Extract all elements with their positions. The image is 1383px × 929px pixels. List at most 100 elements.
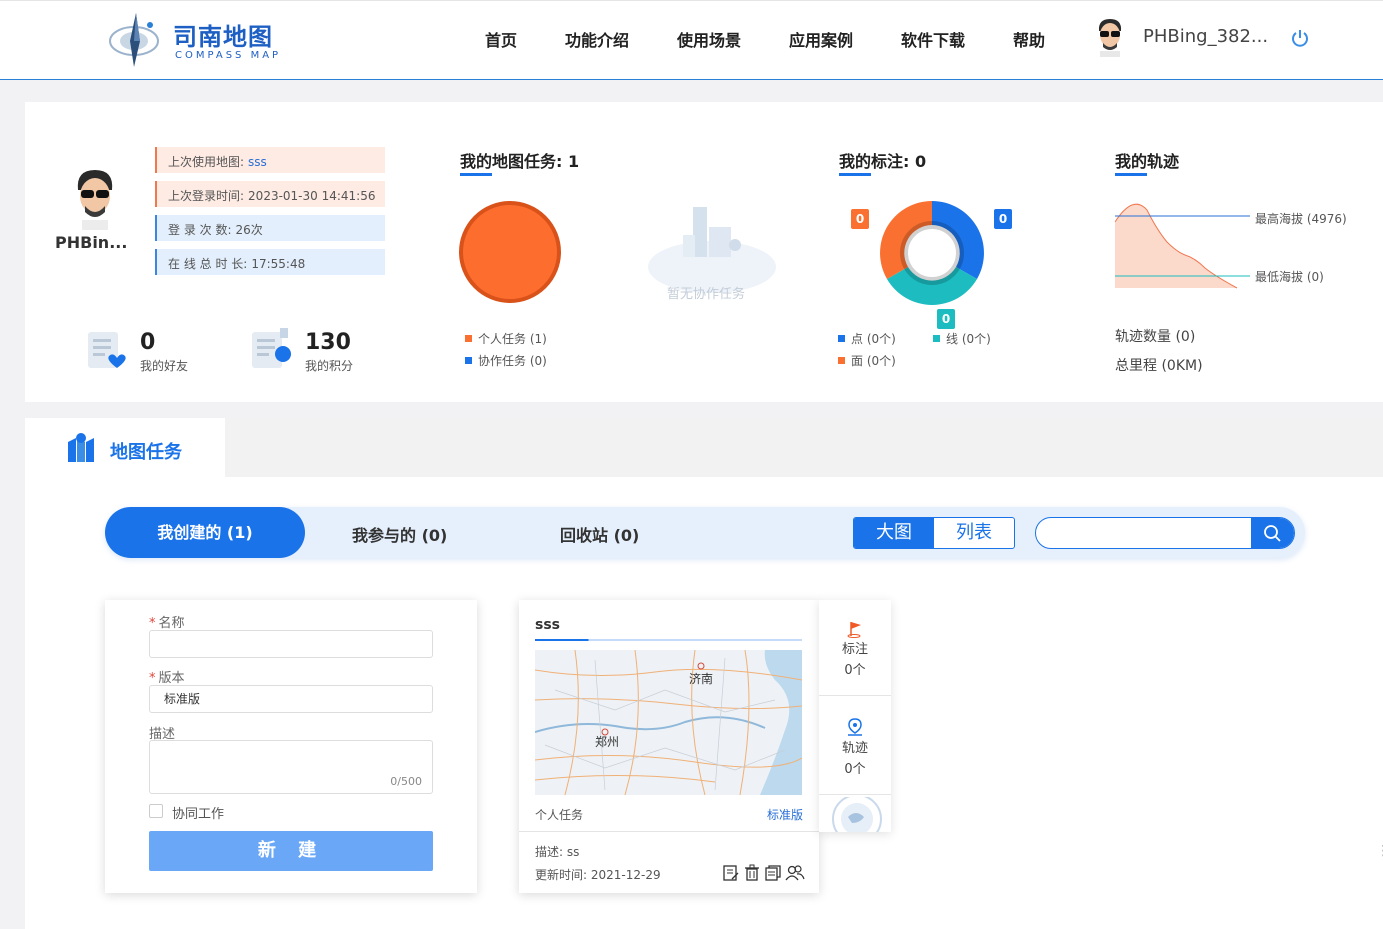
power-icon[interactable] (1290, 28, 1310, 48)
nav-home[interactable]: 首页 (485, 27, 517, 51)
map-city-zhengzhou: 郑州 (595, 735, 620, 749)
nav-cases[interactable]: 应用案例 (789, 27, 853, 51)
info-label: 登 录 次 数: (168, 223, 232, 237)
task-updated: 更新时间: 2021-12-29 (535, 868, 661, 882)
top-header: 司南地图 COMPASS MAP 首页 功能介绍 使用场景 应用案例 软件下载 … (0, 0, 1383, 80)
globe-icon[interactable] (826, 797, 888, 832)
track-pin-icon (848, 718, 862, 736)
info-value: 2023-01-30 14:41:56 (248, 189, 376, 203)
marks-badge-area: 0 (851, 209, 869, 229)
desc-textarea[interactable]: 0/500 (149, 740, 433, 794)
side-marks[interactable]: 标注 0个 (819, 638, 891, 678)
search-input[interactable] (1036, 518, 1251, 548)
filter-created[interactable]: 我创建的 (1) (105, 507, 305, 558)
marks-badge-line: 0 (937, 309, 955, 329)
info-last-map: 上次使用地图: sss (155, 147, 385, 173)
marks-donut-chart (880, 201, 984, 305)
delete-icon[interactable] (743, 864, 761, 882)
nav-scenarios[interactable]: 使用场景 (677, 27, 741, 51)
name-label: * 名称 (149, 616, 185, 631)
view-list-button[interactable]: 列表 (934, 518, 1014, 548)
friends-count: 0 (140, 330, 156, 355)
side-tracks-count: 0个 (844, 762, 866, 777)
float-hint-icon: ⋮ (1376, 843, 1383, 859)
tab-map-tasks[interactable]: 地图任务 (110, 438, 182, 464)
filter-joined[interactable]: 我参与的 (0) (352, 522, 447, 546)
points-label[interactable]: 我的积分 (305, 357, 353, 374)
logo-subtitle: COMPASS MAP (175, 50, 282, 61)
search-button[interactable] (1251, 518, 1294, 548)
side-tracks-label: 轨迹 (841, 741, 868, 756)
username-top[interactable]: PHBing_382... (1143, 26, 1268, 47)
points-count: 130 (305, 330, 351, 355)
compass-logo-icon[interactable] (106, 11, 162, 69)
task-type: 个人任务 (535, 808, 584, 822)
min-altitude: 最低海拔 (0) (1255, 270, 1324, 284)
card-divider (519, 831, 819, 832)
task-card-progress (535, 639, 802, 641)
side-divider (819, 794, 891, 795)
max-altitude: 最高海拔 (4976) (1255, 212, 1347, 226)
map-tasks-title: 我的地图任务: 1 (460, 148, 580, 176)
legend-collab: 协作任务 (0) (465, 352, 547, 369)
map-tasks-title-text: 我的地图任务: 1 (460, 152, 580, 171)
view-large-button[interactable]: 大图 (854, 518, 934, 548)
points-icon (252, 328, 291, 368)
view-toggle: 大图 列表 (853, 517, 1015, 549)
name-input[interactable] (149, 630, 433, 658)
profile-avatar (77, 170, 113, 230)
info-online-time: 在 线 总 时 长: 17:55:48 (155, 249, 385, 275)
friends-label[interactable]: 我的好友 (140, 357, 188, 374)
collab-checkbox[interactable] (149, 804, 163, 818)
elevation-chart (1115, 203, 1250, 289)
info-login-count: 登 录 次 数: 26次 (155, 215, 385, 241)
create-button[interactable]: 新 建 (149, 831, 433, 871)
tracks-title-text: 我的轨迹 (1115, 152, 1180, 171)
info-label: 上次登录时间: (168, 189, 245, 203)
version-label: * 版本 (149, 671, 185, 686)
nav-features[interactable]: 功能介绍 (565, 27, 629, 51)
side-marks-count: 0个 (844, 663, 866, 678)
last-map-link[interactable]: sss (248, 155, 267, 169)
info-value: 26次 (235, 223, 263, 237)
info-label: 在 线 总 时 长: (168, 257, 248, 271)
empty-collab-illustration (648, 207, 776, 293)
tab-strip (225, 418, 1383, 477)
legend-line: 线 (0个) (933, 330, 991, 347)
flag-icon (847, 622, 861, 638)
marks-badge-point: 0 (994, 209, 1012, 229)
task-card-title[interactable]: sss (535, 617, 560, 633)
task-edition: 标准版 (767, 808, 804, 822)
profile-name: PHBin... (55, 233, 128, 252)
marks-title-text: 我的标注: 0 (839, 152, 927, 171)
task-desc: 描述: ss (535, 845, 580, 859)
map-tasks-circle-chart (459, 201, 561, 303)
nav-help[interactable]: 帮助 (1013, 27, 1045, 51)
friends-icon (88, 332, 126, 368)
legend-area: 面 (0个) (838, 352, 896, 369)
side-marks-label: 标注 (841, 642, 868, 657)
map-city-jinan: 济南 (689, 672, 714, 686)
total-distance: 总里程 (0KM) (1115, 358, 1203, 374)
info-last-login: 上次登录时间: 2023-01-30 14:41:56 (155, 181, 385, 207)
side-divider (819, 695, 891, 696)
copy-icon[interactable] (764, 864, 782, 882)
info-label: 上次使用地图: (168, 155, 245, 169)
legend-personal: 个人任务 (1) (465, 330, 547, 347)
logo-title[interactable]: 司南地图 (173, 17, 273, 52)
task-map-thumbnail[interactable] (535, 650, 802, 795)
share-users-icon[interactable] (785, 864, 805, 882)
edit-icon[interactable] (722, 864, 740, 882)
search-box (1035, 517, 1295, 549)
filter-recycle[interactable]: 回收站 (0) (560, 522, 639, 546)
nav-download[interactable]: 软件下载 (901, 27, 965, 51)
side-tracks[interactable]: 轨迹 0个 (819, 737, 891, 777)
version-select[interactable]: 标准版 (149, 685, 433, 713)
map-tasks-icon (68, 433, 94, 462)
empty-collab-text: 暂无协作任务 (667, 287, 746, 302)
user-avatar[interactable] (1094, 17, 1126, 57)
tracks-title: 我的轨迹 (1115, 148, 1180, 176)
collab-label: 协同工作 (172, 807, 225, 822)
desc-counter: 0/500 (390, 775, 422, 788)
legend-point: 点 (0个) (838, 330, 896, 347)
